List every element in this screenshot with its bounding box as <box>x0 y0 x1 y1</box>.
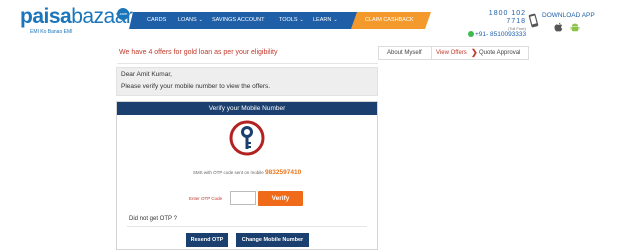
otp-not-received-text: Did not get OTP ? <box>129 216 177 222</box>
nav-item-learn[interactable]: LEARN ⌄ <box>313 12 338 29</box>
chevron-down-icon: ⌄ <box>198 17 203 23</box>
chevron-down-icon: ⌄ <box>299 17 304 23</box>
nav-item-cards[interactable]: CARDS <box>147 12 166 29</box>
verify-mobile-panel: Verify your Mobile Number SMS with OTP c… <box>116 101 378 250</box>
step-arrow-icon: ❯ <box>471 48 478 57</box>
offers-message: We have 4 offers for gold loan as per yo… <box>119 49 278 56</box>
contact-info: 1800 102 7718 (Toll Free) +91- 851009333… <box>468 10 526 39</box>
whatsapp-number[interactable]: +91- 8510093333 <box>468 31 526 39</box>
apple-icon[interactable] <box>554 22 563 32</box>
step-about-myself[interactable]: About Myself <box>387 47 422 59</box>
whatsapp-number-text: +91- 8510093333 <box>475 31 527 38</box>
chevron-down-icon: ⌄ <box>333 17 338 23</box>
otp-sent-message: SMS with OTP code sent on mobile 9832597… <box>117 169 377 176</box>
claim-cashback-button[interactable]: CLAIM CASHBACK <box>365 12 414 29</box>
otp-label: Enter OTP Code <box>189 196 223 201</box>
brand-name: paisabazaar <box>20 5 133 28</box>
brand-badge: .com <box>117 8 129 20</box>
verify-button[interactable]: Verify <box>258 191 303 206</box>
mobile-number: 9832597410 <box>265 169 302 176</box>
nav-item-label: SAVINGS ACCOUNT <box>212 17 265 23</box>
main-nav: CARDS LOANS ⌄ SAVINGS ACCOUNT TOOLS ⌄ LEAR… <box>129 12 430 29</box>
nav-item-savings-account[interactable]: SAVINGS ACCOUNT <box>212 12 264 29</box>
page: paisabazaar .com EMI Ko Banao EMI CARDS … <box>0 0 627 250</box>
otp-input[interactable] <box>230 191 256 205</box>
progress-steps: About Myself View Offers ❯ Quote Approva… <box>378 46 529 60</box>
nav-item-label: TOOLS <box>279 17 298 23</box>
change-mobile-number-button[interactable]: Change Mobile Number <box>236 233 309 247</box>
greeting-box: Dear Amit Kumar, Please verify your mobi… <box>116 67 378 96</box>
step-view-offers[interactable]: View Offers <box>436 47 467 59</box>
brand-tagline: EMI Ko Banao EMI <box>30 29 73 35</box>
step-divider <box>431 47 432 59</box>
greeting-instruction: Please verify your mobile number to view… <box>121 83 271 90</box>
app-store-icons <box>554 22 580 32</box>
key-icon <box>229 120 265 156</box>
divider <box>117 63 378 64</box>
whatsapp-icon <box>468 31 474 37</box>
greeting-salutation: Dear Amit Kumar, <box>121 71 172 78</box>
nav-item-label: CARDS <box>147 17 167 23</box>
panel-divider <box>127 226 367 227</box>
nav-item-label: LEARN <box>313 17 332 23</box>
step-quote-approval[interactable]: Quote Approval <box>479 47 520 59</box>
nav-item-label: LOANS <box>178 17 197 23</box>
brand-name-part1: paisa <box>20 5 72 28</box>
nav-item-tools[interactable]: TOOLS ⌄ <box>279 12 304 29</box>
nav-item-loans[interactable]: LOANS ⌄ <box>178 12 203 29</box>
toll-free-number[interactable]: 1800 102 7718 <box>468 10 526 26</box>
verify-panel-title: Verify your Mobile Number <box>117 102 377 115</box>
otp-sent-prefix: SMS with OTP code sent on mobile <box>192 170 264 175</box>
download-app-link[interactable]: DOWNLOAD APP <box>542 12 595 19</box>
resend-otp-button[interactable]: Resend OTP <box>186 233 228 247</box>
android-icon[interactable] <box>570 23 580 32</box>
brand-logo[interactable]: paisabazaar .com EMI Ko Banao EMI <box>20 5 133 36</box>
mobile-phone-icon <box>528 13 539 28</box>
